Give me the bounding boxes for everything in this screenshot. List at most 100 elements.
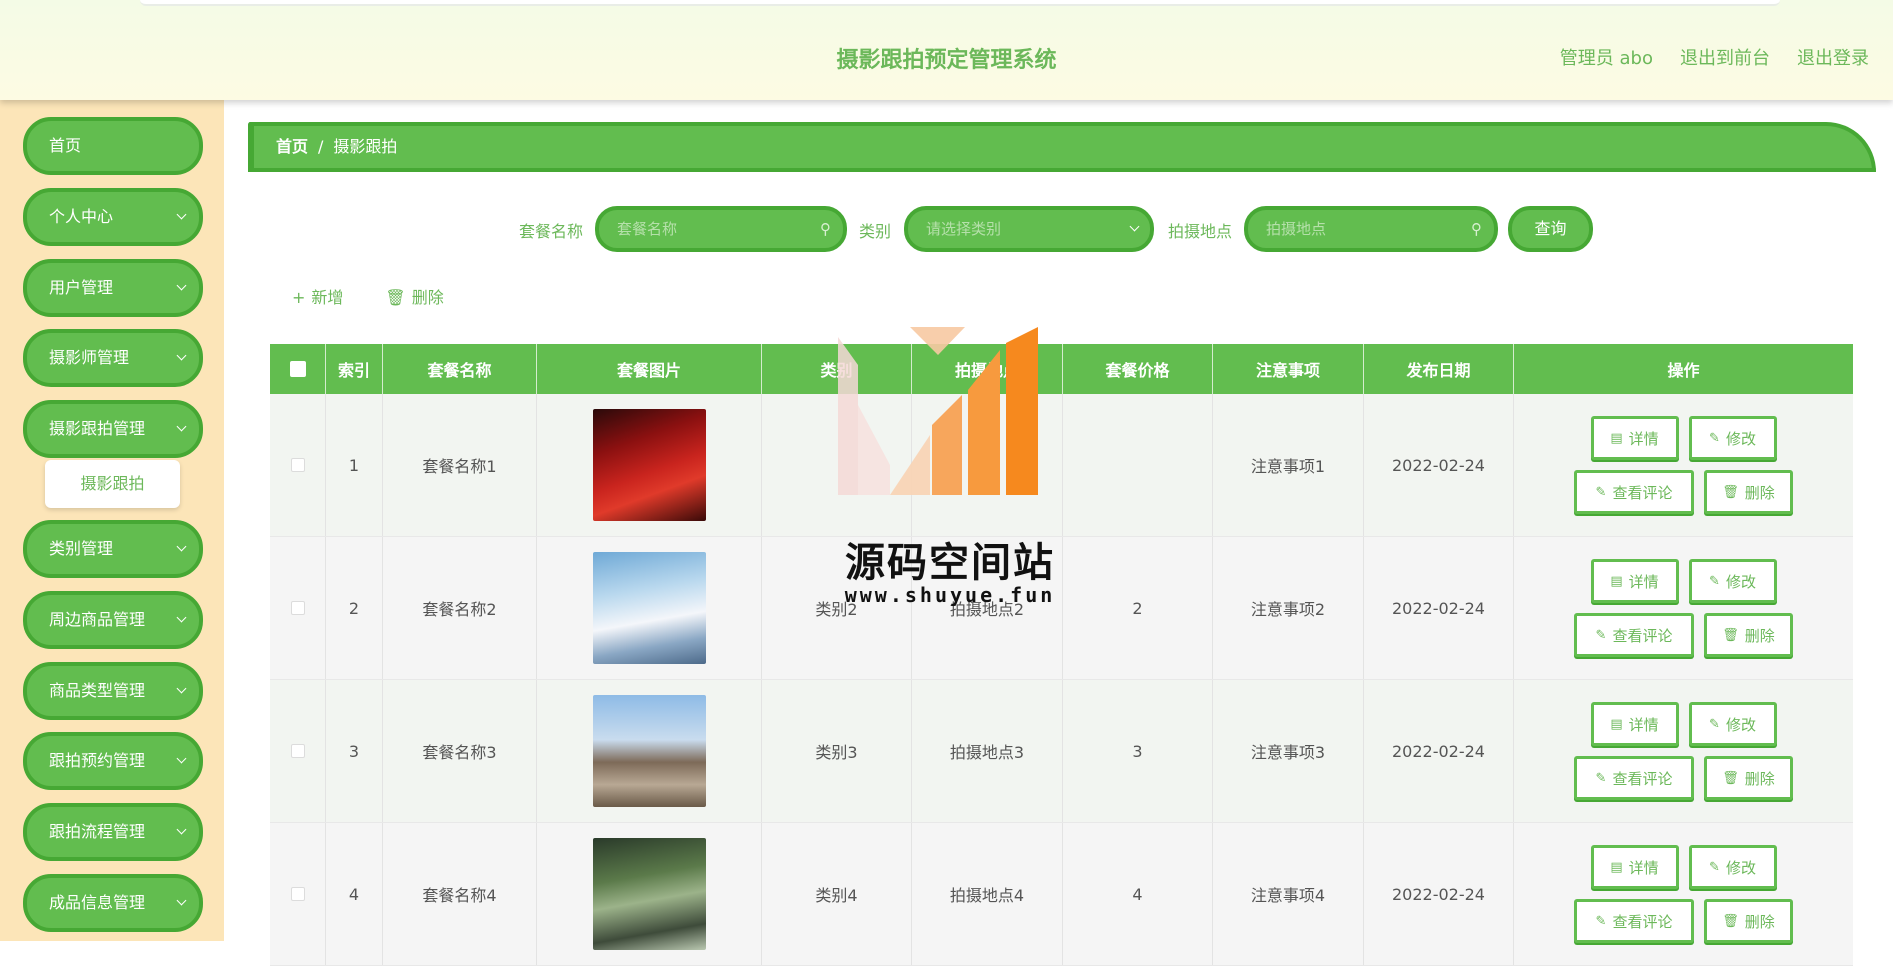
cell-price: 4	[1063, 823, 1213, 965]
cell-price	[1063, 394, 1213, 536]
sidebar-item-product-management[interactable]: 成品信息管理	[23, 874, 203, 932]
row-delete-button[interactable]: 🗑 删除	[1704, 899, 1793, 943]
pencil-icon: ✎	[1709, 430, 1720, 446]
sidebar-item-home[interactable]: 首页	[23, 117, 203, 175]
cell-location: 拍摄地点4	[912, 823, 1063, 965]
header-location: 拍摄地点	[912, 344, 1063, 394]
view-reviews-button[interactable]: ✎ 查看评论	[1574, 470, 1694, 514]
cell-actions: ▤ 详情 ✎ 修改 ✎ 查看评论 🗑 删除	[1514, 823, 1853, 965]
sidebar-item-process-management[interactable]: 跟拍流程管理	[23, 803, 203, 861]
row-delete-button[interactable]: 🗑 删除	[1704, 470, 1793, 514]
edit-button[interactable]: ✎ 修改	[1688, 702, 1777, 746]
document-icon: ▤	[1610, 716, 1623, 732]
cell-date: 2022-02-24	[1364, 823, 1514, 965]
trash-icon: 🗑	[1722, 627, 1739, 643]
admin-user-link[interactable]: 管理员 abo	[1560, 44, 1653, 70]
detail-button[interactable]: ▤ 详情	[1590, 845, 1679, 889]
row-delete-button[interactable]: 🗑 删除	[1704, 756, 1793, 800]
edit-button[interactable]: ✎ 修改	[1688, 845, 1777, 889]
edit-button[interactable]: ✎ 修改	[1688, 559, 1777, 603]
pencil-icon: ✎	[1709, 573, 1720, 589]
cell-price: 2	[1063, 537, 1213, 679]
chevron-down-icon	[178, 736, 185, 786]
detail-button[interactable]: ▤ 详情	[1590, 559, 1679, 603]
table-header: 索引 套餐名称 套餐图片 类别 拍摄地点 套餐价格 注意事项 发布日期 操作	[270, 344, 1853, 394]
category-label: 类别	[859, 222, 892, 241]
select-all-checkbox[interactable]	[289, 361, 306, 377]
header-date: 发布日期	[1364, 344, 1514, 394]
pencil-icon: ✎	[1595, 484, 1607, 500]
trash-icon: 🗑	[385, 288, 406, 307]
cell-package-name: 套餐名称3	[383, 680, 537, 822]
category-placeholder: 请选择类别	[926, 220, 1002, 238]
delete-label: 删除	[1744, 769, 1775, 788]
row-checkbox[interactable]	[290, 744, 305, 758]
row-checkbox[interactable]	[290, 887, 305, 901]
cell-package-name: 套餐名称4	[383, 823, 537, 965]
detail-button[interactable]: ▤ 详情	[1590, 416, 1679, 460]
search-icon: ⚲	[820, 220, 831, 238]
logout-link[interactable]: 退出登录	[1797, 44, 1869, 70]
data-table: 索引 套餐名称 套餐图片 类别 拍摄地点 套餐价格 注意事项 发布日期 操作 1…	[270, 344, 1853, 966]
sidebar-item-shoot-management[interactable]: 摄影跟拍管理	[23, 400, 203, 458]
query-button[interactable]: 查询	[1508, 206, 1593, 252]
header-package-image: 套餐图片	[537, 344, 762, 394]
sidebar-item-user-management[interactable]: 用户管理	[23, 259, 203, 317]
package-name-label: 套餐名称	[519, 222, 584, 241]
sidebar-item-label: 用户管理	[49, 278, 114, 297]
review-label: 查看评论	[1612, 483, 1673, 502]
select-all-cell	[270, 344, 326, 394]
pencil-icon: ✎	[1709, 716, 1720, 732]
cell-location: 拍摄地点3	[912, 680, 1063, 822]
sidebar-item-booking-management[interactable]: 跟拍预约管理	[23, 732, 203, 790]
cell-actions: ▤ 详情 ✎ 修改 ✎ 查看评论 🗑 删除	[1514, 394, 1853, 536]
edit-label: 修改	[1725, 715, 1756, 734]
sidebar-item-goods-type-management[interactable]: 商品类型管理	[23, 662, 203, 720]
delete-label: 删除	[1744, 483, 1775, 502]
sidebar-item-goods-management[interactable]: 周边商品管理	[23, 591, 203, 649]
row-delete-button[interactable]: 🗑 删除	[1704, 613, 1793, 657]
add-button[interactable]: + 新增	[292, 284, 343, 308]
breadcrumb: 首页 / 摄影跟拍	[248, 122, 1876, 172]
location-input[interactable]: 拍摄地点 ⚲	[1244, 206, 1498, 252]
chevron-down-icon	[1131, 210, 1138, 248]
view-reviews-button[interactable]: ✎ 查看评论	[1574, 756, 1694, 800]
cell-index: 2	[326, 537, 383, 679]
header-price: 套餐价格	[1063, 344, 1213, 394]
edit-button[interactable]: ✎ 修改	[1688, 416, 1777, 460]
search-bar: 套餐名称 套餐名称 ⚲ 类别 请选择类别 拍摄地点 拍摄地点 ⚲ 查询	[0, 204, 1893, 252]
pencil-icon: ✎	[1709, 859, 1720, 875]
sidebar-item-category-management[interactable]: 类别管理	[23, 520, 203, 578]
pencil-icon: ✎	[1595, 627, 1607, 643]
header: 摄影跟拍预定管理系统 管理员 abo 退出到前台 退出登录	[0, 0, 1893, 100]
top-bar-line	[140, 0, 1780, 6]
chevron-down-icon	[178, 263, 185, 313]
sidebar-item-photographer-management[interactable]: 摄影师管理	[23, 329, 203, 387]
trash-icon: 🗑	[1722, 913, 1739, 929]
cell-actions: ▤ 详情 ✎ 修改 ✎ 查看评论 🗑 删除	[1514, 680, 1853, 822]
row-checkbox[interactable]	[290, 458, 305, 472]
detail-label: 详情	[1628, 572, 1659, 591]
document-icon: ▤	[1610, 859, 1623, 875]
package-name-input[interactable]: 套餐名称 ⚲	[595, 206, 847, 252]
add-label: 新增	[311, 288, 344, 307]
sidebar-item-label: 商品类型管理	[49, 681, 146, 700]
sidebar-subitem-shoot[interactable]: 摄影跟拍	[45, 460, 180, 508]
sidebar-item-label: 跟拍预约管理	[49, 751, 146, 770]
package-image	[592, 695, 706, 807]
batch-delete-button[interactable]: 🗑 删除	[385, 284, 443, 308]
delete-label: 删除	[1744, 912, 1775, 931]
sidebar-item-label: 首页	[49, 136, 82, 155]
detail-label: 详情	[1628, 429, 1659, 448]
cell-category	[762, 394, 912, 536]
delete-label: 删除	[1744, 626, 1775, 645]
detail-button[interactable]: ▤ 详情	[1590, 702, 1679, 746]
breadcrumb-home[interactable]: 首页	[276, 137, 308, 156]
category-select[interactable]: 请选择类别	[904, 206, 1154, 252]
view-reviews-button[interactable]: ✎ 查看评论	[1574, 899, 1694, 943]
cell-index: 3	[326, 680, 383, 822]
back-to-front-link[interactable]: 退出到前台	[1680, 44, 1770, 70]
view-reviews-button[interactable]: ✎ 查看评论	[1574, 613, 1694, 657]
header-index: 索引	[326, 344, 383, 394]
row-checkbox[interactable]	[290, 601, 305, 615]
